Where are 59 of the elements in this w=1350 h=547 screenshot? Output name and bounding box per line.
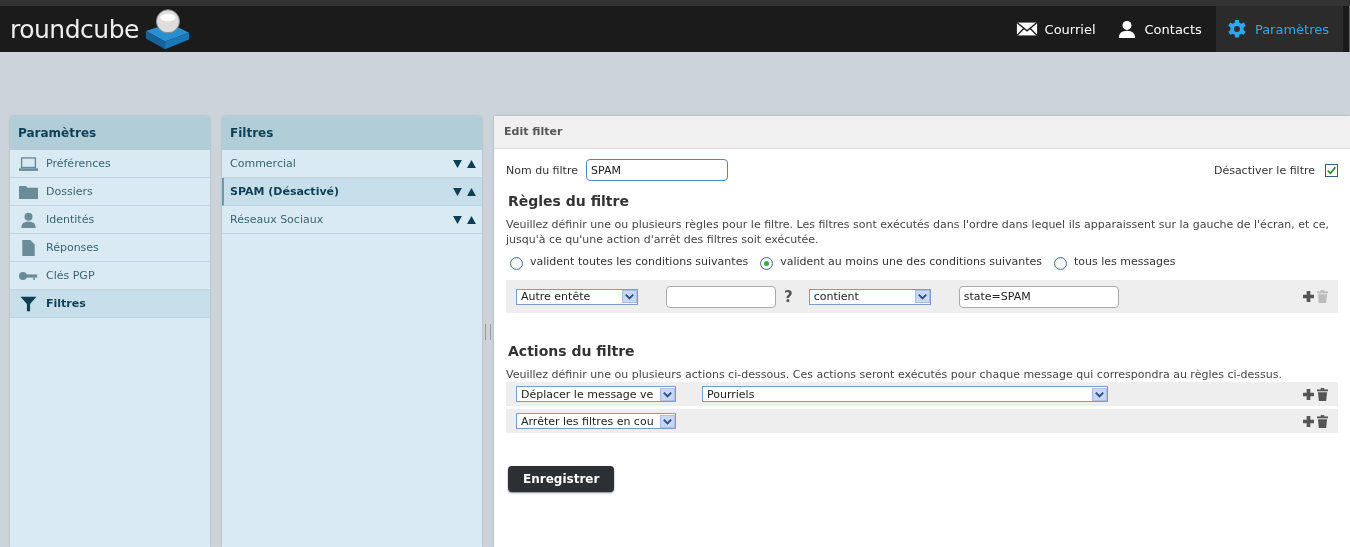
field-label: Nom du filtre [506, 163, 578, 177]
dropdown[interactable]: contient [808, 288, 931, 305]
radio-label: valident au moins une des conditions suivantes [780, 255, 1043, 268]
add-icon[interactable] [1303, 291, 1314, 302]
move-down-icon[interactable] [453, 159, 462, 168]
person-icon [18, 211, 38, 228]
move-up-icon[interactable] [467, 187, 476, 196]
description-text: Veuillez définir une ou plusieurs actions ci-dessous. Ces actions seront exécutés pour chaque message qui correspondra au règles ci-dessus. [506, 367, 1283, 382]
help-link[interactable]: ? [784, 287, 793, 306]
value-field[interactable]: state=SPAM [958, 285, 1119, 308]
dropdown[interactable]: Déplacer le message ve [516, 386, 676, 402]
add-icon[interactable] [1303, 388, 1314, 400]
settings-icon [1225, 20, 1248, 38]
move-down-icon[interactable] [453, 187, 462, 196]
checkbox[interactable] [1325, 163, 1338, 177]
folder-icon [18, 183, 38, 200]
radio-button[interactable] [510, 257, 523, 270]
delete-icon[interactable] [1317, 414, 1328, 428]
nav-link[interactable]: Courriel [1009, 6, 1110, 52]
radio-label: tous les messages [1074, 255, 1176, 268]
move-up-icon[interactable] [467, 159, 476, 168]
sidebar-item[interactable]: Identités [10, 206, 210, 234]
move-down-icon[interactable] [453, 215, 462, 224]
dropdown[interactable]: Arrêter les filtres en cou [516, 413, 676, 429]
save-button[interactable]: Enregistrer [508, 466, 615, 492]
logo-text: roundcube [10, 14, 139, 44]
radio-button[interactable] [760, 257, 774, 270]
funnel-icon [18, 295, 38, 312]
caret-icon[interactable] [622, 290, 637, 303]
delete-icon[interactable] [1317, 387, 1328, 401]
caret-icon[interactable] [660, 414, 675, 428]
dropdown[interactable]: Pourriels [702, 386, 1108, 402]
panel-title: Edit filter [494, 116, 1350, 149]
sidebar-item[interactable]: Préférences [10, 150, 210, 178]
add-icon[interactable] [1303, 415, 1314, 427]
laptop-icon [18, 155, 38, 172]
caret-icon[interactable] [1092, 387, 1107, 401]
caret-icon[interactable] [660, 387, 675, 401]
sidebar-item[interactable]: Réponses [10, 234, 210, 262]
filter-name-field[interactable]: SPAM [585, 159, 728, 181]
sidebar-item[interactable]: Filtres [10, 290, 210, 318]
dropdown[interactable]: Autre entête [516, 288, 638, 305]
caret-icon[interactable] [914, 290, 930, 303]
nav-link[interactable]: Paramètres [1215, 6, 1343, 52]
section-heading: Règles du filtre [508, 193, 630, 209]
sidebar-item[interactable]: Dossiers [10, 178, 210, 206]
filter-item[interactable]: Commercial [230, 157, 448, 170]
panel-title: Paramètres [10, 116, 210, 150]
header-name-field[interactable] [666, 285, 776, 308]
filter-item[interactable]: Réseaux Sociaux [230, 213, 448, 226]
description-text: Veuillez définir une ou plusieurs règles pour le filtre. Les filtres sont exécutés dans l'ordre dans lequel ils apparaissent sur la gauche de l'écran, et ce, jusqu'à ce qu'une action d'arrêt des filtres soit exécutée. [506, 217, 1331, 247]
move-up-icon[interactable] [467, 215, 476, 224]
section-heading: Actions du filtre [508, 343, 636, 359]
radio-label: valident toutes les conditions suivantes [530, 255, 749, 268]
radio-button[interactable] [1054, 257, 1068, 270]
nav-link[interactable]: Contacts [1109, 6, 1216, 52]
envelope-icon [1015, 20, 1038, 38]
panel-title: Filtres [222, 116, 482, 150]
checkbox-label: Désactiver le filtre [1213, 163, 1315, 177]
